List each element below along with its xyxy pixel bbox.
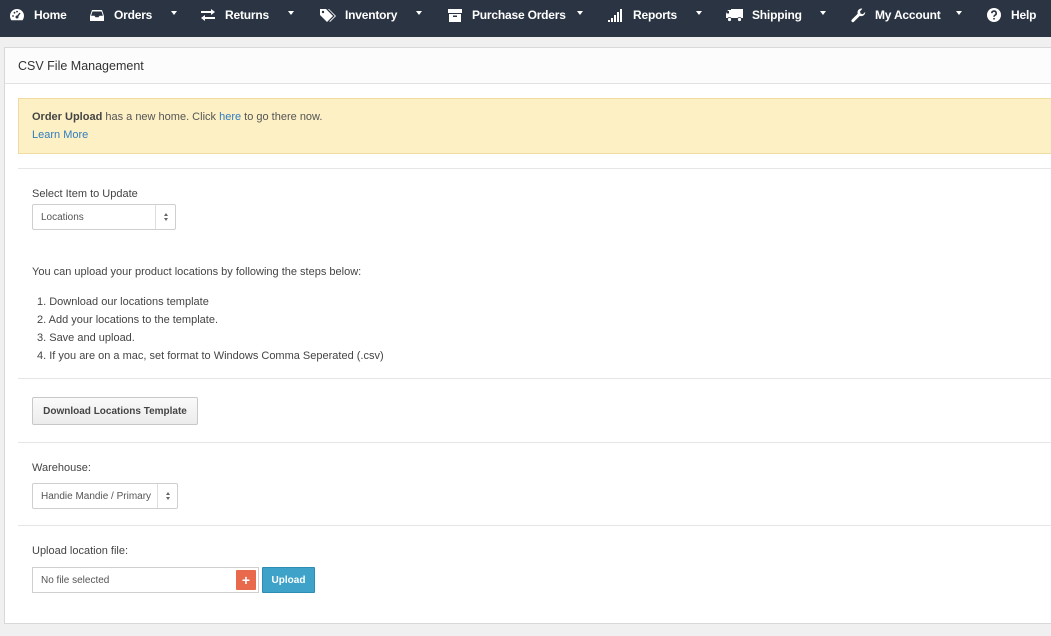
warehouse-label: Warehouse: xyxy=(32,462,91,474)
item-select-label: Select Item to Update xyxy=(32,188,138,200)
dashboard-icon xyxy=(8,6,26,24)
divider xyxy=(18,168,1051,169)
download-template-button[interactable]: Download Locations Template xyxy=(32,397,198,425)
nav-home-label: Home xyxy=(34,8,67,22)
file-input[interactable]: No file selected + xyxy=(32,567,259,593)
archive-icon xyxy=(446,6,464,24)
alert-message: Order Upload has a new home. Click here … xyxy=(32,111,322,123)
nav-returns[interactable]: Returns xyxy=(199,0,269,30)
nav-shipping[interactable]: Shipping xyxy=(726,0,802,30)
instructions-steps: 1. Download our locations template 2. Ad… xyxy=(37,293,384,365)
wrench-icon xyxy=(849,6,867,24)
item-select[interactable]: Locations xyxy=(32,204,176,230)
exchange-icon xyxy=(199,6,217,24)
divider xyxy=(18,525,1051,526)
warehouse-select[interactable]: Handie Mandie / Primary xyxy=(32,483,178,509)
item-select-value: Locations xyxy=(41,212,84,223)
divider xyxy=(18,442,1051,443)
inbox-icon xyxy=(88,6,106,24)
upload-button[interactable]: Upload xyxy=(262,567,315,593)
notice-alert: Order Upload has a new home. Click here … xyxy=(18,98,1051,154)
nav-my-account[interactable]: My Account xyxy=(849,0,941,30)
list-item: 1. Download our locations template xyxy=(37,296,209,308)
list-item: 4. If you are on a mac, set format to Wi… xyxy=(37,350,384,362)
alert-text-before: has a new home. Click xyxy=(102,111,220,123)
nav-orders[interactable]: Orders xyxy=(88,0,152,30)
nav-reports-label: Reports xyxy=(633,8,677,22)
shipping-caret-icon[interactable] xyxy=(820,11,826,15)
nav-returns-label: Returns xyxy=(225,8,269,22)
instructions-intro: You can upload your product locations by… xyxy=(32,266,362,278)
tags-icon xyxy=(319,6,337,24)
orders-caret-icon[interactable] xyxy=(171,11,177,15)
divider xyxy=(18,378,1051,379)
upload-file-label: Upload location file: xyxy=(32,545,129,557)
nav-purchase-orders[interactable]: Purchase Orders xyxy=(446,0,566,30)
panel-header: CSV File Management xyxy=(5,48,1051,84)
nav-purchase-orders-label: Purchase Orders xyxy=(472,8,566,22)
nav-help[interactable]: Help xyxy=(985,0,1036,30)
page-title: CSV File Management xyxy=(18,59,144,73)
nav-help-label: Help xyxy=(1011,8,1037,22)
learn-more-link[interactable]: Learn More xyxy=(32,129,88,141)
list-item: 3. Save and upload. xyxy=(37,332,135,344)
warehouse-select-value: Handie Mandie / Primary xyxy=(41,491,152,502)
question-circle-icon xyxy=(985,6,1003,24)
nav-inventory-label: Inventory xyxy=(345,8,398,22)
my-account-caret-icon[interactable] xyxy=(956,11,962,15)
alert-here-link[interactable]: here xyxy=(219,111,241,123)
list-item: 2. Add your locations to the template. xyxy=(37,314,219,326)
nav-orders-label: Orders xyxy=(114,8,153,22)
nav-inventory[interactable]: Inventory xyxy=(319,0,397,30)
top-nav: Home Orders Returns Inventory Purchase O… xyxy=(0,0,1051,37)
select-arrows-icon xyxy=(155,205,175,229)
reports-caret-icon[interactable] xyxy=(696,11,702,15)
csv-management-panel: CSV File Management Order Upload has a n… xyxy=(4,47,1051,624)
nav-reports[interactable]: Reports xyxy=(607,0,677,30)
inventory-caret-icon[interactable] xyxy=(416,11,422,15)
signal-bars-icon xyxy=(607,6,625,24)
add-file-icon[interactable]: + xyxy=(236,570,256,590)
returns-caret-icon[interactable] xyxy=(288,11,294,15)
truck-icon xyxy=(726,6,744,24)
nav-my-account-label: My Account xyxy=(875,8,941,22)
nav-shipping-label: Shipping xyxy=(752,8,802,22)
nav-home[interactable]: Home xyxy=(8,0,67,30)
alert-bold-text: Order Upload xyxy=(32,111,103,123)
alert-text-after: to go there now. xyxy=(241,111,323,123)
select-arrows-icon xyxy=(157,484,177,508)
purchase-orders-caret-icon[interactable] xyxy=(577,11,583,15)
file-input-value: No file selected xyxy=(41,575,110,586)
